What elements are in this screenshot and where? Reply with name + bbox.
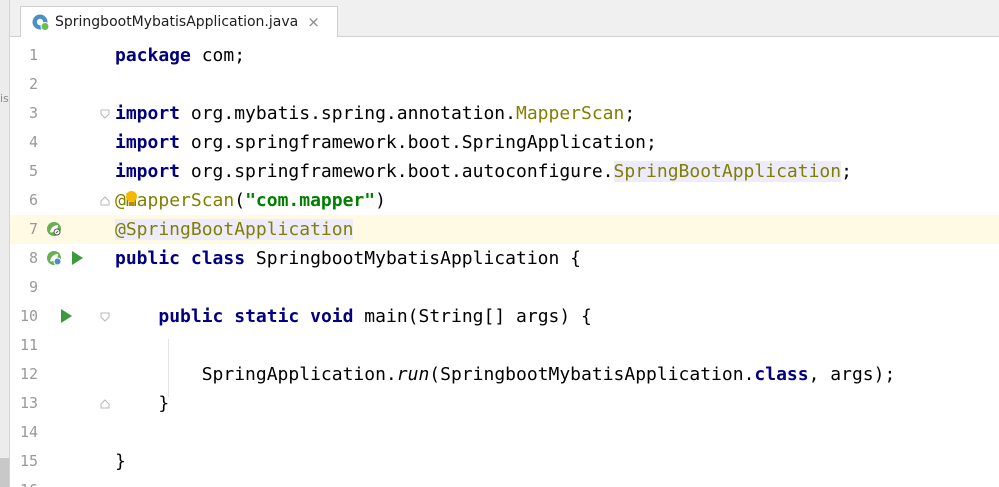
keyword: import: [115, 161, 181, 182]
keyword: class: [190, 248, 246, 269]
tab-springboot-mybatis-application[interactable]: SpringbootMybatisApplication.java ×: [20, 6, 338, 37]
code-token: ;: [624, 103, 636, 124]
code-line-11: 11: [10, 331, 999, 360]
line-number: 16: [10, 476, 38, 487]
code-text: @ MapperScan("com.mapper"): [115, 186, 386, 215]
line-number: 7: [28, 220, 38, 238]
code-token: ): [375, 190, 386, 211]
code-line-8: 8 public class SpringbootMybatisApplicat…: [10, 244, 999, 273]
line-number: 15: [19, 452, 38, 470]
code-token: SpringbootMybatisApplication {: [245, 248, 582, 269]
left-strip-label: is: [0, 92, 9, 105]
code-text: }: [115, 389, 169, 418]
code-line-9: 9: [10, 273, 999, 302]
line-number: 10: [19, 307, 38, 325]
code-text: package com;: [115, 41, 245, 70]
code-text: import org.mybatis.spring.annotation.Map…: [115, 99, 635, 128]
left-strip-scroll-thumb[interactable]: [0, 458, 9, 487]
keyword: public: [115, 248, 181, 269]
closing-brace: }: [158, 393, 170, 414]
keyword: class: [754, 364, 809, 385]
keyword: static: [234, 306, 300, 327]
line-number: 6: [28, 191, 38, 209]
line-number: 11: [19, 336, 38, 354]
closing-brace: }: [115, 451, 126, 472]
run-icon[interactable]: [61, 309, 72, 323]
code-text: public static void main(String[] args) {: [115, 302, 592, 331]
code-text: import org.springframework.boot.SpringAp…: [115, 128, 657, 157]
line-number: 14: [19, 423, 38, 441]
code-text: SpringApplication.run(SpringbootMybatisA…: [115, 360, 896, 389]
editor-tab-bar: SpringbootMybatisApplication.java ×: [10, 0, 999, 37]
tab-title: SpringbootMybatisApplication.java: [55, 13, 299, 30]
code-token: , args);: [808, 364, 896, 385]
code-text: public class SpringbootMybatisApplicatio…: [115, 244, 581, 273]
code-line-3: 3 import org.mybatis.spring.annotation.M…: [10, 99, 999, 128]
code-line-13: 13 }: [10, 389, 999, 418]
line-number: 8: [28, 249, 38, 267]
code-token: main(String[] args) {: [353, 306, 592, 327]
fold-start-icon[interactable]: [100, 109, 110, 119]
run-icon[interactable]: [72, 251, 83, 265]
spring-bean-icon[interactable]: [46, 250, 62, 266]
code-token: org.springframework.boot.SpringApplicati…: [180, 132, 657, 153]
spring-bean-icon[interactable]: [46, 221, 62, 237]
code-line-7: 7 @SpringBootApplication: [10, 215, 999, 244]
code-token: (SpringbootMybatisApplication.: [429, 364, 755, 385]
code-line-4: 4 import org.springframework.boot.Spring…: [10, 128, 999, 157]
code-line-1: 1 package com;: [10, 41, 999, 70]
line-number: 3: [28, 104, 38, 122]
line-number: 4: [28, 133, 38, 151]
code-line-15: 15 }: [10, 447, 999, 476]
keyword: import: [115, 103, 181, 124]
code-line-10: 10 public static void main(String[] args…: [10, 302, 999, 331]
line-number: 9: [28, 278, 38, 296]
code-token: (: [234, 190, 246, 211]
code-line-16: 16: [10, 476, 999, 487]
annotation-name: MapperScan: [125, 190, 235, 211]
class-reference: SpringBootApplication: [613, 161, 842, 182]
keyword: public: [158, 306, 224, 327]
left-tool-strip: is: [0, 0, 10, 487]
fold-end-icon[interactable]: [100, 399, 110, 409]
code-text: @SpringBootApplication: [115, 215, 354, 244]
keyword: void: [310, 306, 354, 327]
code-line-12: 12 SpringApplication.run(SpringbootMybat…: [10, 360, 999, 389]
line-number: 12: [19, 365, 38, 383]
annotation: @SpringBootApplication: [115, 219, 354, 240]
annotation-at: @: [115, 190, 126, 211]
fold-end-icon[interactable]: [100, 196, 110, 206]
line-number: 13: [19, 394, 38, 412]
code-token: SpringApplication.: [201, 364, 397, 385]
code-token: com;: [190, 45, 246, 66]
string-literal: "com.mapper": [245, 190, 376, 211]
keyword: import: [115, 132, 181, 153]
code-token: org.mybatis.spring.annotation.: [180, 103, 516, 124]
line-number: 1: [28, 46, 38, 64]
code-editor[interactable]: 1 package com; 2 3 import org.mybatis.sp…: [10, 37, 999, 487]
intention-bulb-icon[interactable]: [125, 191, 137, 209]
fold-start-icon[interactable]: [100, 312, 110, 322]
line-number: 2: [28, 75, 38, 93]
method-call: run: [396, 364, 430, 385]
code-line-6: 6 @ MapperScan("com.mapper"): [10, 186, 999, 215]
code-token: ;: [841, 161, 852, 182]
java-class-icon: [32, 13, 50, 31]
code-token: org.springframework.boot.autoconfigure.: [180, 161, 614, 182]
code-line-5: 5 import org.springframework.boot.autoco…: [10, 157, 999, 186]
line-number: 5: [28, 162, 38, 180]
code-line-2: 2: [10, 70, 999, 99]
code-text: import org.springframework.boot.autoconf…: [115, 157, 852, 186]
keyword: package: [115, 45, 191, 66]
code-line-14: 14: [10, 418, 999, 447]
code-text: }: [115, 447, 126, 476]
class-reference: MapperScan: [515, 103, 625, 124]
close-icon[interactable]: ×: [307, 13, 320, 31]
